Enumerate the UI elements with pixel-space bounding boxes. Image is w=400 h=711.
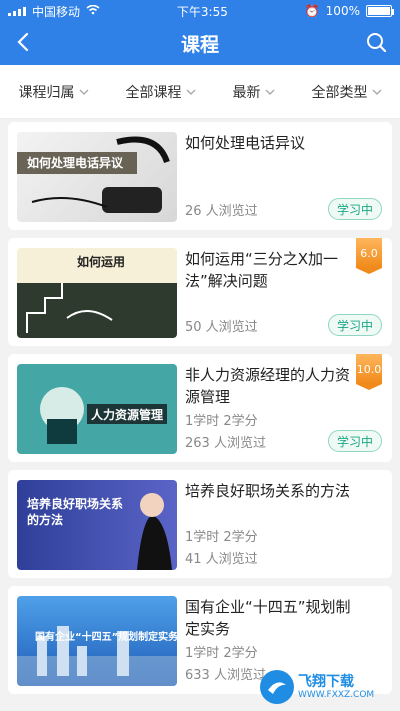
thumbnail-caption: 国有企业“十四五”规划制定实务: [35, 632, 177, 643]
watermark-logo-icon: [260, 670, 294, 704]
price-tag: 10.0: [356, 354, 382, 390]
alarm-icon: ⏰: [304, 4, 320, 18]
search-button[interactable]: [362, 30, 390, 58]
thumbnail-caption: 如何处理电话异议: [27, 156, 124, 170]
course-thumbnail: 如何处理电话异议: [17, 132, 177, 222]
chevron-left-icon: [17, 32, 29, 55]
watermark: 飞翔下载 WWW.FXXZ.COM: [260, 667, 400, 707]
chevron-down-icon: [79, 87, 89, 97]
status-badge: 学习中: [328, 198, 382, 220]
status-badge: 学习中: [328, 314, 382, 336]
filter-sort-latest[interactable]: 最新: [233, 82, 275, 102]
course-title: 如何运用“三分之X加一法”解决问题: [185, 250, 339, 290]
filter-label: 课程归属: [18, 84, 75, 101]
watermark-brand: 飞翔下载: [298, 674, 354, 690]
course-thumbnail: 国有企业“十四五”规划制定实务: [17, 596, 177, 686]
search-icon: [365, 31, 387, 57]
price-tag: 6.0: [356, 238, 382, 274]
course-title: 如何处理电话异议: [185, 134, 306, 152]
course-views: 41 人浏览过: [185, 552, 258, 567]
course-credits: 1学时 2学分: [185, 530, 258, 545]
filter-all-courses[interactable]: 全部课程: [126, 82, 196, 102]
signal-icon: [8, 6, 26, 16]
battery-icon: [365, 5, 394, 17]
course-card[interactable]: 人力资源管理 非人力资源经理的人力资源管理 1学时 2学分 263 人浏览过 学…: [8, 354, 392, 462]
status-bar: 中国移动 下午3:55 ⏰ 100%: [0, 0, 400, 22]
course-credits: 1学时 2学分: [185, 646, 258, 661]
thumbnail-caption: 培养良好职场关系的方法: [27, 497, 124, 527]
course-card[interactable]: 培养良好职场关系的方法 培养良好职场关系的方法 1学时 2学分 41 人浏览过: [8, 470, 392, 578]
filter-label: 最新: [232, 84, 261, 101]
course-title: 培养良好职场关系的方法: [185, 482, 351, 500]
status-badge: 学习中: [328, 430, 382, 452]
course-title: 国有企业“十四五”规划制定实务: [185, 598, 351, 638]
status-right: ⏰ 100%: [304, 4, 394, 18]
status-time: 下午3:55: [176, 4, 228, 19]
course-thumbnail: 培养良好职场关系的方法: [17, 480, 177, 570]
course-card[interactable]: 如何处理电话异议 如何处理电话异议 26 人浏览过 学习中: [8, 122, 392, 230]
chevron-down-icon: [372, 87, 382, 97]
back-button[interactable]: [10, 31, 36, 57]
chevron-down-icon: [186, 87, 196, 97]
course-credits: 1学时 2学分: [185, 414, 258, 429]
thumbnail-caption: 人力资源管理: [91, 408, 164, 422]
course-views: 633 人浏览过: [185, 668, 266, 683]
course-title: 非人力资源经理的人力资源管理: [185, 366, 351, 406]
app-header: 中国移动 下午3:55 ⏰ 100% 课程: [0, 0, 400, 65]
course-thumbnail: 人力资源管理: [17, 364, 177, 454]
thumbnail-caption: 如何运用: [77, 255, 126, 269]
filter-label: 全部课程: [125, 84, 182, 101]
course-card[interactable]: 如何运用 如何运用“三分之X加一法”解决问题 50 人浏览过 学习中 6.0: [8, 238, 392, 346]
page-title: 课程: [180, 34, 219, 56]
carrier-text: 中国移动: [32, 4, 81, 19]
course-list: 如何处理电话异议 如何处理电话异议 26 人浏览过 学习中 如何运用 如何运用“…: [0, 122, 400, 711]
course-views: 50 人浏览过: [185, 320, 258, 335]
filter-bar: 课程归属 全部课程 最新 全部类型: [0, 65, 400, 119]
filter-course-owner[interactable]: 课程归属: [19, 82, 89, 102]
course-views: 26 人浏览过: [185, 204, 258, 219]
filter-label: 全部类型: [311, 84, 368, 101]
status-left: 中国移动: [8, 3, 100, 20]
course-views: 263 人浏览过: [185, 436, 266, 451]
chevron-down-icon: [265, 87, 275, 97]
wifi-icon: [86, 4, 100, 18]
nav-bar: 课程: [0, 22, 400, 65]
course-thumbnail: 如何运用: [17, 248, 177, 338]
watermark-url: WWW.FXXZ.COM: [298, 690, 375, 700]
battery-text: 100%: [325, 4, 360, 18]
filter-all-types[interactable]: 全部类型: [312, 82, 382, 102]
